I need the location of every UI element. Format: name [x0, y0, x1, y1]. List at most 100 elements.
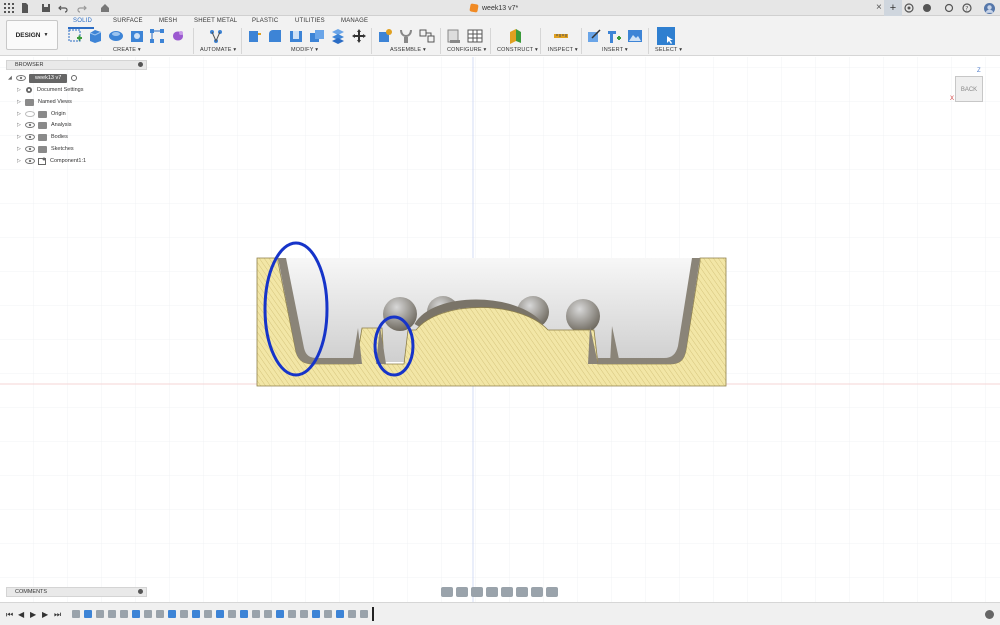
- inspect-menu[interactable]: INSPECT ▾: [548, 47, 578, 53]
- active-radio-icon[interactable]: [71, 75, 78, 81]
- extrude-icon[interactable]: [87, 28, 103, 44]
- new-component-icon[interactable]: [377, 28, 393, 44]
- create-menu[interactable]: CREATE ▾: [113, 47, 141, 53]
- expand-triangle-icon[interactable]: ▷: [17, 158, 25, 164]
- browser-item-document-settings[interactable]: ▷ Document Settings: [17, 85, 83, 95]
- timeline-feature[interactable]: [216, 610, 224, 618]
- workspace-switcher[interactable]: DESIGN ▼: [6, 20, 58, 50]
- browser-item-component1[interactable]: ▷ Component1:1: [17, 156, 86, 166]
- expand-triangle-icon[interactable]: ▷: [17, 146, 25, 152]
- insert-menu[interactable]: INSERT ▾: [602, 47, 628, 53]
- expand-triangle-icon[interactable]: ▷: [17, 99, 25, 105]
- redo-icon[interactable]: [77, 3, 87, 13]
- timeline-feature[interactable]: [276, 610, 284, 618]
- insert-derive-icon[interactable]: [586, 28, 602, 44]
- select-menu[interactable]: SELECT ▾: [655, 47, 682, 53]
- go-to-end-icon[interactable]: ⏭: [54, 610, 61, 620]
- visibility-eye-icon[interactable]: [25, 122, 35, 128]
- viewports-icon[interactable]: [546, 587, 558, 597]
- timeline-feature[interactable]: [360, 610, 368, 618]
- root-component-label[interactable]: week13 v7: [29, 73, 68, 83]
- timeline-feature[interactable]: [228, 610, 236, 618]
- timeline-feature[interactable]: [72, 610, 80, 618]
- play-icon[interactable]: ▶: [30, 610, 36, 619]
- undo-icon[interactable]: [58, 3, 68, 13]
- timeline-feature[interactable]: [108, 610, 116, 618]
- orbit-icon[interactable]: [441, 587, 453, 597]
- construct-plane-icon[interactable]: [507, 28, 523, 44]
- new-tab-button[interactable]: +: [884, 0, 902, 16]
- timeline-feature[interactable]: [348, 610, 356, 618]
- timeline-feature[interactable]: [288, 610, 296, 618]
- extensions-icon[interactable]: [904, 3, 914, 13]
- timeline-feature[interactable]: [192, 610, 200, 618]
- visibility-eye-icon[interactable]: [25, 158, 35, 164]
- home-icon[interactable]: [100, 3, 110, 13]
- timeline-marker[interactable]: [372, 607, 374, 621]
- timeline-feature[interactable]: [336, 610, 344, 618]
- notifications-icon[interactable]: [944, 3, 954, 13]
- timeline-feature[interactable]: [84, 610, 92, 618]
- browser-item-sketches[interactable]: ▷ Sketches: [17, 144, 74, 154]
- timeline-feature[interactable]: [156, 610, 164, 618]
- display-settings-icon[interactable]: [516, 587, 528, 597]
- create-sketch-icon[interactable]: [67, 28, 83, 44]
- revolve-icon[interactable]: [108, 28, 124, 44]
- tab-manage[interactable]: MANAGE: [341, 18, 368, 24]
- as-built-joint-icon[interactable]: [419, 28, 435, 44]
- file-icon[interactable]: [20, 3, 30, 13]
- move-icon[interactable]: [351, 28, 367, 44]
- automate-icon[interactable]: [208, 28, 224, 44]
- comments-panel[interactable]: COMMENTS: [6, 587, 147, 597]
- shell-icon[interactable]: [288, 28, 304, 44]
- measure-icon[interactable]: [553, 28, 569, 44]
- browser-panel-header[interactable]: BROWSER: [6, 60, 147, 70]
- pan-hand-icon[interactable]: [471, 587, 483, 597]
- automate-menu[interactable]: AUTOMATE ▾: [200, 47, 236, 53]
- pattern-icon[interactable]: [149, 28, 165, 44]
- timeline-feature[interactable]: [144, 610, 152, 618]
- save-icon[interactable]: [41, 3, 51, 13]
- construct-menu[interactable]: CONSTRUCT ▾: [497, 47, 538, 53]
- go-to-start-icon[interactable]: ⏮: [6, 610, 13, 620]
- insert-mesh-icon[interactable]: [606, 28, 622, 44]
- tab-sheet-metal[interactable]: SHEET METAL: [194, 18, 237, 24]
- expand-triangle-icon[interactable]: ▷: [17, 87, 25, 93]
- browser-item-analysis[interactable]: ▷ Analysis: [17, 120, 71, 130]
- step-forward-icon[interactable]: ▶: [42, 610, 48, 619]
- collapse-triangle-icon[interactable]: ◢: [8, 75, 16, 81]
- viewcube[interactable]: BACK: [955, 76, 983, 102]
- timeline-feature[interactable]: [204, 610, 212, 618]
- look-at-icon[interactable]: [456, 587, 468, 597]
- configuration-table-icon[interactable]: [467, 28, 483, 44]
- timeline-settings-gear-icon[interactable]: [985, 610, 994, 619]
- tab-utilities[interactable]: UTILITIES: [295, 18, 325, 24]
- form-icon[interactable]: [170, 28, 186, 44]
- visibility-eye-hidden-icon[interactable]: [25, 111, 35, 117]
- timeline-feature[interactable]: [168, 610, 176, 618]
- joint-icon[interactable]: [398, 28, 414, 44]
- timeline-feature[interactable]: [324, 610, 332, 618]
- browser-item-origin[interactable]: ▷ Origin: [17, 109, 66, 119]
- insert-canvas-icon[interactable]: [627, 28, 643, 44]
- zoom-icon[interactable]: [486, 587, 498, 597]
- pin-icon[interactable]: [138, 589, 143, 594]
- tab-plastic[interactable]: PLASTIC: [252, 18, 278, 24]
- job-status-icon[interactable]: [922, 3, 932, 13]
- timeline-feature[interactable]: [96, 610, 104, 618]
- visibility-eye-icon[interactable]: [25, 134, 35, 140]
- hole-icon[interactable]: [129, 28, 145, 44]
- browser-root[interactable]: ◢ week13 v7: [8, 73, 78, 83]
- tab-surface[interactable]: SURFACE: [113, 18, 143, 24]
- align-icon[interactable]: [330, 28, 346, 44]
- timeline-feature[interactable]: [252, 610, 260, 618]
- grid-settings-icon[interactable]: [531, 587, 543, 597]
- timeline-feature[interactable]: [120, 610, 128, 618]
- combine-icon[interactable]: [309, 28, 325, 44]
- help-icon[interactable]: ?: [962, 3, 972, 13]
- fillet-icon[interactable]: [267, 28, 283, 44]
- timeline-feature[interactable]: [300, 610, 308, 618]
- timeline-feature[interactable]: [132, 610, 140, 618]
- tab-solid[interactable]: SOLID: [73, 18, 92, 24]
- timeline-feature[interactable]: [312, 610, 320, 618]
